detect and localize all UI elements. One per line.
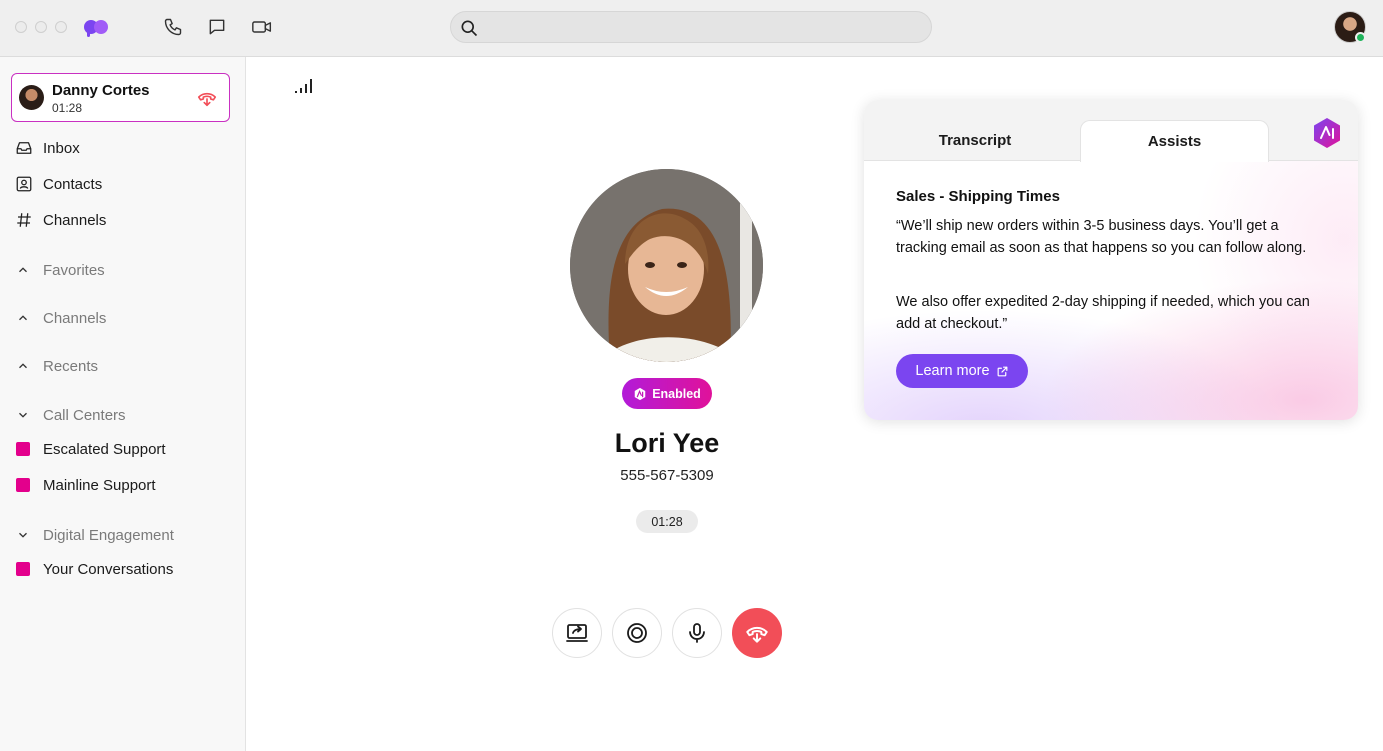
window-zoom-button[interactable] [55, 21, 67, 33]
search-bar[interactable] [450, 11, 932, 43]
tag-square-icon [16, 478, 30, 492]
search-icon [461, 20, 478, 37]
sidebar-item-channels[interactable]: Channels [14, 208, 106, 232]
end-call-button[interactable] [732, 608, 782, 658]
assist-paragraph: We also offer expedited 2-day shipping i… [896, 294, 1310, 332]
section-digital-engagement[interactable]: Digital Engagement [14, 523, 174, 547]
assist-title: Sales - Shipping Times [896, 188, 1060, 205]
section-label: Favorites [43, 261, 105, 279]
microphone-icon [689, 623, 705, 643]
badge-label: Enabled [652, 386, 701, 401]
video-icon[interactable] [251, 16, 273, 38]
chevron-up-icon [14, 357, 32, 375]
call-timer: 01:28 [636, 510, 698, 533]
section-label: Call Centers [43, 406, 126, 424]
search-input[interactable] [487, 16, 917, 38]
ai-enabled-badge: Enabled [622, 378, 712, 409]
inbox-icon [14, 138, 34, 158]
presence-indicator [1355, 32, 1366, 43]
section-label: Recents [43, 357, 99, 375]
section-label: Channels [43, 309, 107, 327]
sidebar-item-label: Contacts [43, 175, 103, 193]
learn-more-button[interactable]: Learn more [896, 354, 1028, 388]
learn-more-label: Learn more [915, 363, 990, 379]
contacts-icon [14, 174, 34, 194]
panel-tab-bar: Transcript Assists [864, 100, 1358, 162]
caller-phone-number: 555-567-5309 [620, 467, 714, 484]
assist-panel: Transcript Assists Sales - Shipping Time… [864, 100, 1358, 420]
title-bar [0, 0, 1383, 57]
section-favorites[interactable]: Favorites [14, 258, 105, 282]
sidebar-item-label: Inbox [43, 139, 80, 157]
tag-square-icon [16, 442, 30, 456]
hangup-icon[interactable] [196, 87, 218, 109]
hash-icon [14, 210, 34, 230]
record-icon [627, 623, 647, 643]
sidebar-item-label: Mainline Support [43, 476, 156, 494]
signal-strength-icon [295, 79, 312, 93]
caller-avatar [19, 85, 44, 110]
tag-square-icon [16, 562, 30, 576]
section-label: Digital Engagement [43, 526, 174, 544]
sidebar-item-label: Escalated Support [43, 440, 166, 458]
chevron-down-icon [14, 526, 32, 544]
active-call-duration: 01:28 [52, 101, 83, 115]
tab-transcript[interactable]: Transcript [884, 120, 1066, 161]
sidebar-item-label: Channels [43, 211, 107, 229]
caller-photo [570, 169, 763, 362]
sidebar-item-your-conversations[interactable]: Your Conversations [14, 557, 173, 581]
app-logo-icon [84, 20, 108, 37]
assist-paragraph: “We’ll ship new orders within 3-5 busine… [896, 218, 1307, 256]
tab-assists[interactable]: Assists [1080, 120, 1269, 162]
ai-assist-icon [634, 387, 646, 400]
sidebar-item-mainline-support[interactable]: Mainline Support [14, 473, 156, 497]
message-icon[interactable] [206, 16, 228, 38]
chevron-up-icon [14, 261, 32, 279]
window-close-button[interactable] [15, 21, 27, 33]
transfer-button[interactable] [552, 608, 602, 658]
chevron-down-icon [14, 406, 32, 424]
section-recents[interactable]: Recents [14, 354, 98, 378]
sidebar-item-inbox[interactable]: Inbox [14, 136, 80, 160]
chevron-up-icon [14, 309, 32, 327]
ai-logo-icon [1314, 118, 1340, 148]
sidebar: Danny Cortes 01:28 Inbox Contacts Channe… [0, 57, 246, 751]
sidebar-item-label: Your Conversations [43, 560, 174, 578]
screen-transfer-icon [566, 624, 588, 642]
section-call-centers[interactable]: Call Centers [14, 403, 126, 427]
caller-name: Lori Yee [614, 428, 720, 458]
active-call-name: Danny Cortes [52, 82, 150, 99]
mute-button[interactable] [672, 608, 722, 658]
external-link-icon [997, 366, 1008, 376]
hangup-icon [746, 626, 768, 643]
record-button[interactable] [612, 608, 662, 658]
section-channels[interactable]: Channels [14, 306, 106, 330]
phone-icon[interactable] [162, 16, 184, 38]
sidebar-item-escalated-support[interactable]: Escalated Support [14, 437, 166, 461]
sidebar-item-contacts[interactable]: Contacts [14, 172, 102, 196]
active-call-card[interactable]: Danny Cortes 01:28 [11, 73, 230, 122]
window-minimize-button[interactable] [35, 21, 47, 33]
